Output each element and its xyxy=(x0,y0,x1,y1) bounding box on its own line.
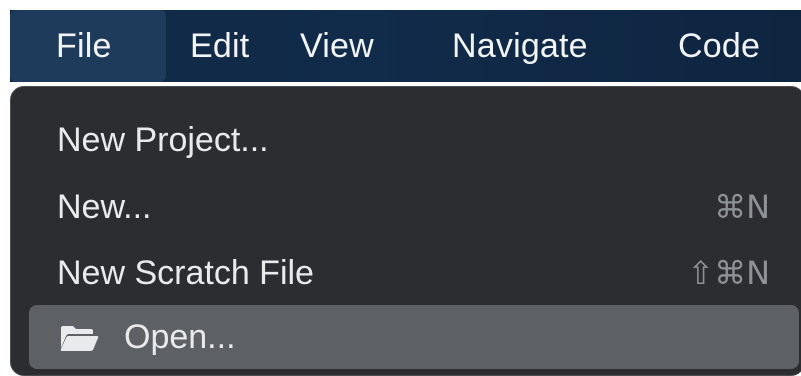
menu-item-label: New... xyxy=(57,187,152,226)
menu-edit-label: Edit xyxy=(190,26,250,65)
shortcut-label: ⇧⌘N xyxy=(687,254,770,292)
menu-bar: File Edit View Navigate Code xyxy=(10,10,801,82)
menu-file[interactable]: File xyxy=(10,10,166,82)
menu-file-label: File xyxy=(56,26,112,65)
menu-item-new-scratch-file[interactable]: New Scratch File ⇧⌘N xyxy=(11,240,801,306)
folder-open-icon xyxy=(60,326,99,351)
menu-edit[interactable]: Edit xyxy=(166,10,300,82)
menu-item-label: New Project... xyxy=(57,120,269,159)
shortcut-label: ⌘N xyxy=(714,188,770,226)
menu-item-open[interactable]: Open... xyxy=(29,305,799,369)
menu-item-new[interactable]: New... ⌘N xyxy=(11,174,801,240)
file-menu-dropdown: New Project... New... ⌘N New Scratch Fil… xyxy=(10,86,801,376)
menu-code[interactable]: Code xyxy=(678,10,760,82)
menu-item-label: New Scratch File xyxy=(57,253,314,292)
menu-item-new-project[interactable]: New Project... xyxy=(11,107,801,173)
menu-navigate[interactable]: Navigate xyxy=(452,10,678,82)
screen: File Edit View Navigate Code New Project… xyxy=(0,0,801,376)
menu-view-label: View xyxy=(300,26,374,65)
menu-item-label: Open... xyxy=(124,317,236,356)
menu-view[interactable]: View xyxy=(300,10,452,82)
menu-code-label: Code xyxy=(678,26,761,65)
menu-navigate-label: Navigate xyxy=(452,26,588,65)
